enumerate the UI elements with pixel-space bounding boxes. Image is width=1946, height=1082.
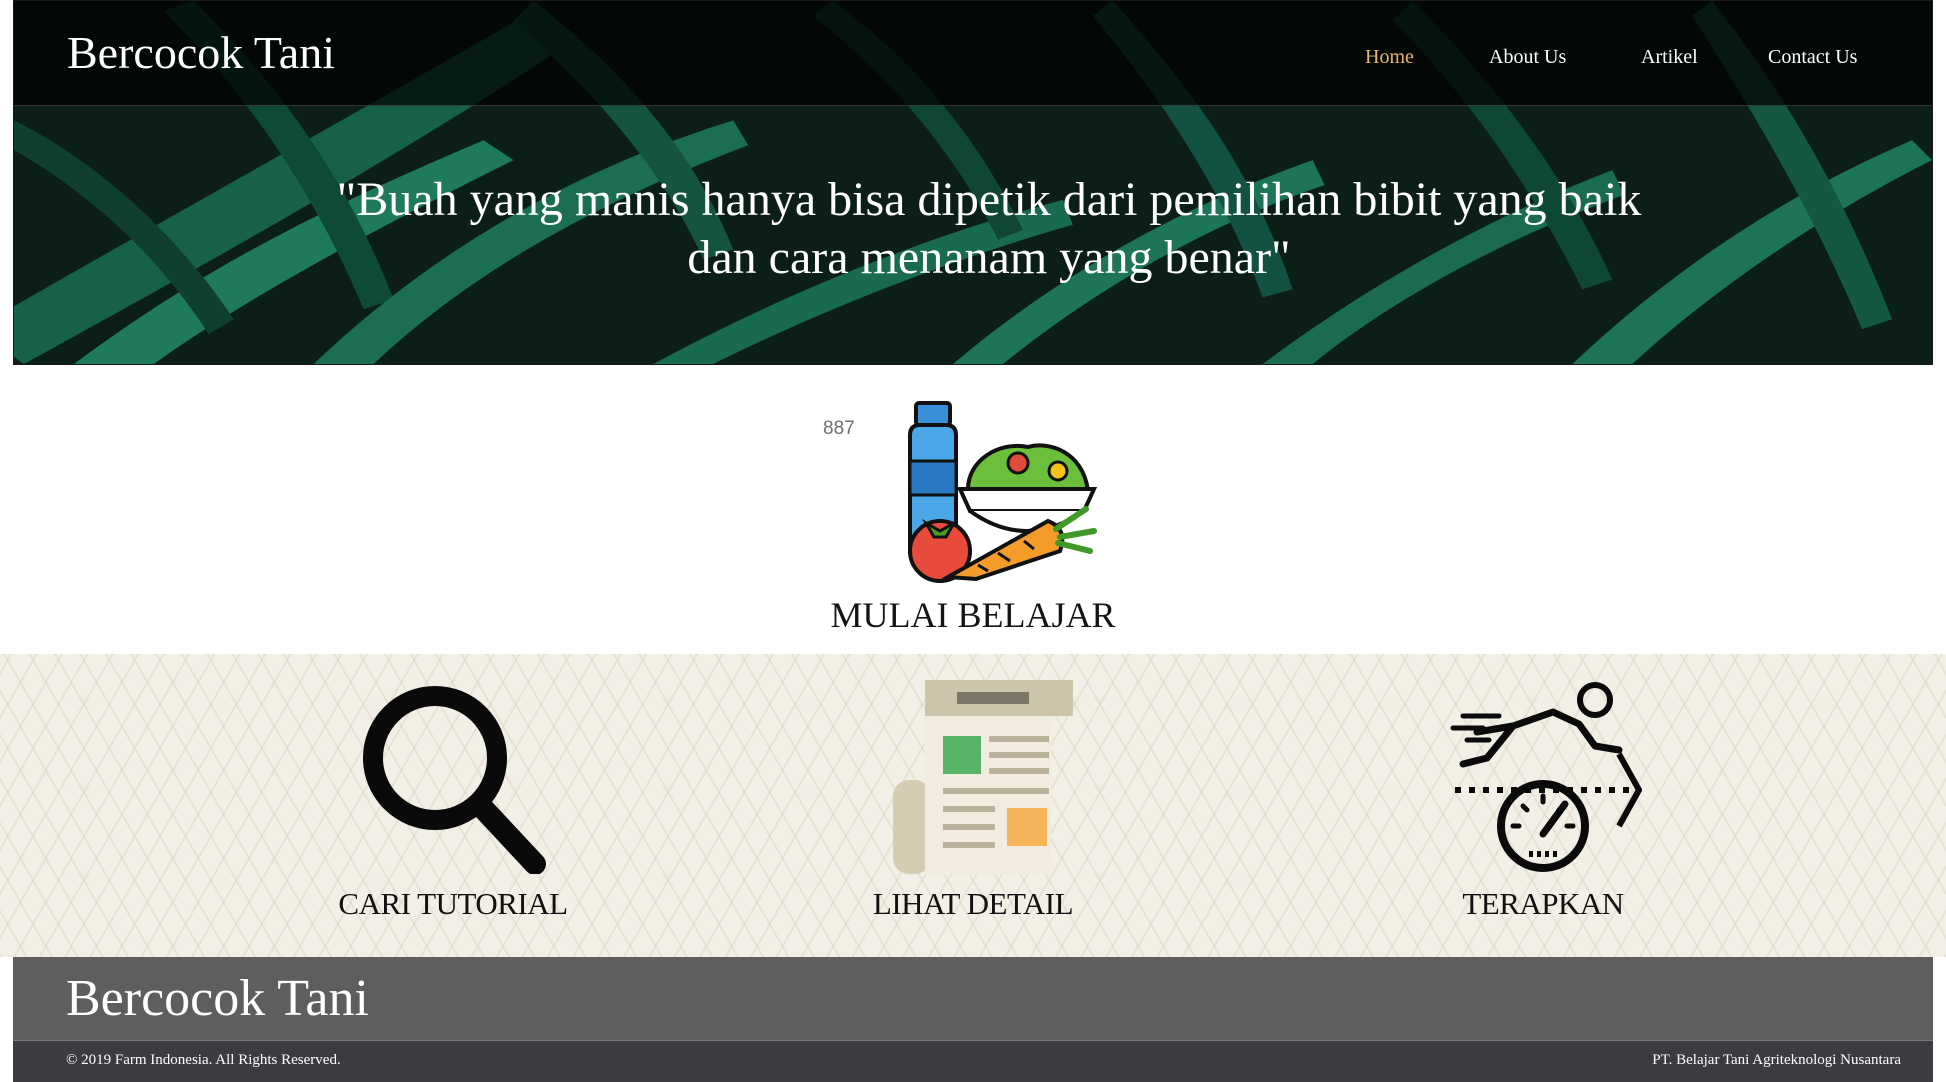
hero-quote: "Buah yang manis hanya bisa dipetik dari… (336, 173, 1642, 284)
footer-logo[interactable]: Bercocok Tani (66, 970, 369, 1028)
top-navbar: Bercocok Tani Home About Us Artikel Cont… (14, 1, 1932, 106)
features-section: CARI TUTORIAL LIHAT DETAIL TERAPKAN (0, 654, 1946, 957)
feature-lihat-detail[interactable]: LIHAT DETAIL (763, 654, 1183, 957)
newspaper-icon (893, 680, 1073, 874)
site-logo[interactable]: Bercocok Tani (67, 27, 335, 79)
nav-contact-link[interactable]: Contact Us (1768, 45, 1857, 69)
magnifier-icon (363, 686, 546, 874)
feature-label: TERAPKAN (1462, 886, 1624, 921)
nav-about-link[interactable]: About Us (1489, 45, 1566, 69)
view-counter: 887 (823, 418, 855, 439)
company-name: PT. Belajar Tani Agriteknologi Nusantara (1652, 1052, 1901, 1068)
hero-banner: Bercocok Tani Home About Us Artikel Cont… (13, 0, 1933, 365)
footer-copyright-bar: © 2019 Farm Indonesia. All Rights Reserv… (13, 1040, 1933, 1082)
footer-brand-bar: Bercocok Tani (13, 957, 1933, 1040)
healthy-food-icon (908, 401, 1098, 583)
feature-cari-tutorial[interactable]: CARI TUTORIAL (243, 654, 663, 957)
nav-artikel-link[interactable]: Artikel (1641, 45, 1698, 69)
nav-home-link[interactable]: Home (1365, 45, 1414, 69)
copyright-text: © 2019 Farm Indonesia. All Rights Reserv… (66, 1052, 341, 1068)
feature-label: LIHAT DETAIL (872, 886, 1074, 921)
feature-label: CARI TUTORIAL (338, 886, 568, 921)
mulai-belajar-title[interactable]: MULAI BELAJAR (0, 594, 1946, 636)
running-speedometer-icon (1450, 682, 1642, 872)
feature-terapkan[interactable]: TERAPKAN (1333, 654, 1753, 957)
